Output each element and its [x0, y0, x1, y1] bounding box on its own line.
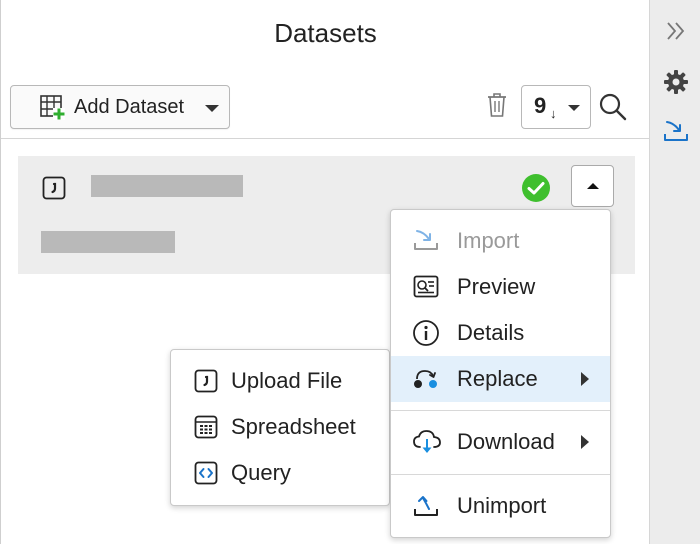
menu-item-download[interactable]: Download	[391, 419, 610, 465]
check-circle-icon	[521, 173, 551, 208]
menu-item-label: Unimport	[457, 493, 547, 518]
unimport-icon	[412, 492, 440, 520]
chevron-down-icon	[205, 105, 219, 112]
download-cloud-icon	[412, 428, 442, 456]
menu-item-label: Download	[457, 429, 555, 454]
replace-icon	[412, 365, 440, 393]
chevron-down-icon	[568, 105, 580, 111]
sort-value: 9	[534, 93, 547, 118]
menu-item-import: Import	[391, 218, 610, 264]
panel-title: Datasets	[274, 18, 377, 48]
submenu-item-upload-file[interactable]: Upload File	[171, 358, 389, 404]
dataset-info-placeholder	[41, 231, 175, 253]
dataset-context-menu: Import Preview Details Replace Download …	[390, 209, 611, 538]
import-icon	[662, 118, 690, 151]
collapse-panel-button[interactable]	[650, 13, 700, 53]
menu-divider	[391, 410, 610, 411]
submenu-item-label: Upload File	[231, 368, 343, 393]
menu-divider	[391, 474, 610, 475]
sort-dropdown[interactable]: 9 ↓	[521, 85, 591, 129]
dataset-name-placeholder	[91, 175, 243, 197]
preview-icon	[412, 273, 440, 301]
add-dataset-button[interactable]: Add Dataset	[10, 85, 230, 129]
menu-item-label: Preview	[457, 274, 536, 299]
search-icon[interactable]	[598, 92, 628, 127]
spreadsheet-icon	[194, 415, 218, 439]
submenu-item-label: Query	[231, 460, 291, 485]
menu-item-replace[interactable]: Replace	[391, 356, 610, 402]
chevron-right-icon	[581, 435, 589, 449]
import-icon	[412, 227, 440, 255]
menu-item-unimport[interactable]: Unimport	[391, 483, 610, 529]
menu-item-label: Replace	[457, 366, 538, 391]
query-icon	[194, 461, 218, 485]
menu-item-preview[interactable]: Preview	[391, 264, 610, 310]
chevron-right-icon	[581, 372, 589, 386]
import-panel-button[interactable]	[650, 114, 700, 154]
double-chevron-right-icon	[665, 20, 687, 47]
gear-icon	[663, 69, 689, 100]
submenu-item-label: Spreadsheet	[231, 414, 356, 439]
menu-item-details[interactable]: Details	[391, 310, 610, 356]
sort-arrow-icon: ↓	[550, 106, 557, 121]
submenu-item-spreadsheet[interactable]: Spreadsheet	[171, 404, 389, 450]
menu-item-label: Details	[457, 320, 525, 345]
toolbar-divider	[1, 138, 650, 139]
replace-submenu: Upload File Spreadsheet Query	[170, 349, 390, 506]
file-icon	[42, 176, 66, 205]
info-icon	[412, 319, 440, 347]
file-icon	[194, 369, 218, 393]
add-dataset-label: Add Dataset	[74, 95, 185, 118]
menu-item-label: Import	[457, 228, 520, 253]
right-rail	[649, 0, 700, 544]
settings-button[interactable]	[650, 64, 700, 104]
trash-icon[interactable]	[485, 91, 509, 124]
dataset-menu-button[interactable]	[571, 165, 614, 207]
add-table-icon	[39, 94, 65, 120]
chevron-up-icon	[587, 183, 599, 189]
submenu-item-query[interactable]: Query	[171, 450, 389, 496]
